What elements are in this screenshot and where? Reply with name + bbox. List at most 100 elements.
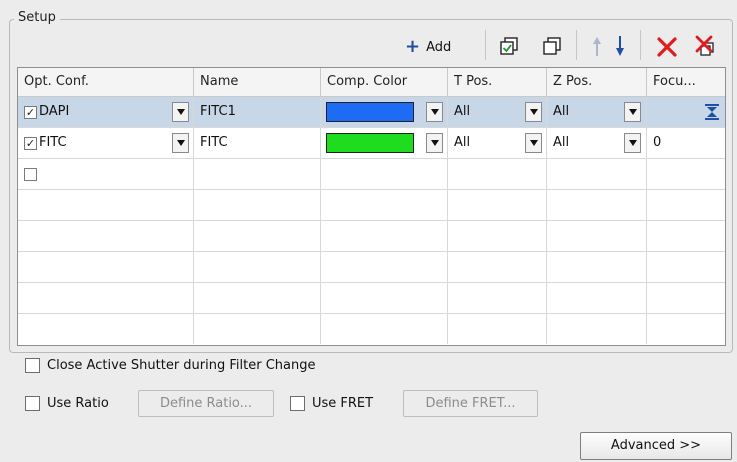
empty-cell — [194, 314, 321, 344]
focus-cell[interactable] — [647, 97, 725, 127]
optical-config-grid: Opt. Conf. Name Comp. Color T Pos. Z Pos… — [17, 67, 726, 346]
use-ratio-checkbox[interactable] — [25, 396, 40, 411]
color-swatch[interactable] — [326, 102, 414, 122]
empty-cell — [547, 190, 647, 220]
setup-group-title: Setup — [14, 10, 60, 25]
col-header-opt-conf[interactable]: Opt. Conf. — [18, 68, 194, 96]
empty-cell — [18, 283, 194, 313]
opt-conf-cell[interactable]: ✓ DAPI — [18, 97, 194, 127]
empty-cell — [448, 190, 547, 220]
empty-cell — [448, 314, 547, 344]
z-pos-dropdown[interactable] — [624, 102, 641, 122]
t-pos-cell[interactable] — [448, 159, 547, 189]
use-ratio-option[interactable]: Use Ratio — [25, 396, 109, 411]
z-pos-value: All — [553, 104, 570, 119]
empty-cell — [547, 314, 647, 344]
col-header-z-pos[interactable]: Z Pos. — [547, 68, 647, 96]
empty-row — [18, 190, 725, 221]
empty-cell — [18, 221, 194, 251]
color-swatch[interactable] — [326, 133, 414, 153]
name-cell[interactable] — [194, 159, 321, 189]
name-cell[interactable]: FITC1 — [194, 97, 321, 127]
empty-cell — [321, 252, 448, 282]
empty-cell — [194, 252, 321, 282]
table-row[interactable]: ✓ DAPI FITC1 All All — [18, 97, 725, 128]
empty-row — [18, 252, 725, 283]
table-row[interactable]: ✓ FITC FITC All All 0 — [18, 128, 725, 159]
delete-all-icon[interactable] — [693, 34, 719, 60]
focus-range-icon[interactable] — [705, 104, 719, 120]
color-cell[interactable] — [321, 97, 448, 127]
empty-row — [18, 314, 725, 345]
close-shutter-label: Close Active Shutter during Filter Chang… — [47, 358, 316, 373]
empty-cell — [194, 283, 321, 313]
opt-conf-cell[interactable] — [18, 159, 194, 189]
z-pos-cell[interactable]: All — [547, 97, 647, 127]
empty-cell — [321, 314, 448, 344]
z-pos-cell[interactable]: All — [547, 128, 647, 158]
use-fret-checkbox[interactable] — [290, 396, 305, 411]
focus-value: 0 — [653, 135, 662, 150]
grid-header: Opt. Conf. Name Comp. Color T Pos. Z Pos… — [18, 68, 725, 97]
setup-toolbar: + Add — [0, 30, 737, 64]
z-pos-value: All — [553, 135, 570, 150]
t-pos-dropdown[interactable] — [525, 102, 542, 122]
color-dropdown[interactable] — [426, 102, 443, 122]
t-pos-cell[interactable]: All — [448, 128, 547, 158]
col-header-t-pos[interactable]: T Pos. — [448, 68, 547, 96]
add-label: Add — [426, 39, 452, 55]
copy-icon[interactable] — [497, 34, 521, 58]
advanced-button[interactable]: Advanced >> — [580, 432, 732, 460]
use-fret-label: Use FRET — [312, 396, 374, 411]
name-value: FITC — [200, 135, 228, 150]
empty-cell — [448, 283, 547, 313]
empty-cell — [547, 252, 647, 282]
name-cell[interactable]: FITC — [194, 128, 321, 158]
toolbar-separator — [576, 30, 577, 60]
use-ratio-label: Use Ratio — [47, 396, 109, 411]
opt-conf-dropdown[interactable] — [172, 102, 189, 122]
use-fret-option[interactable]: Use FRET — [290, 396, 373, 411]
define-fret-button[interactable]: Define FRET... — [403, 390, 538, 417]
col-header-name[interactable]: Name — [194, 68, 321, 96]
empty-cell — [448, 252, 547, 282]
empty-cell — [321, 221, 448, 251]
focus-cell[interactable] — [647, 159, 725, 189]
opt-conf-value: FITC — [39, 135, 67, 150]
empty-cell — [547, 221, 647, 251]
empty-cell — [18, 190, 194, 220]
color-cell[interactable] — [321, 159, 448, 189]
empty-row — [18, 221, 725, 252]
empty-cell — [321, 190, 448, 220]
close-shutter-checkbox[interactable] — [25, 358, 40, 373]
add-button[interactable]: + Add — [405, 34, 451, 60]
t-pos-cell[interactable]: All — [448, 97, 547, 127]
col-header-comp-color[interactable]: Comp. Color — [321, 68, 448, 96]
row-checkbox[interactable]: ✓ — [24, 106, 37, 119]
t-pos-value: All — [454, 135, 471, 150]
focus-cell[interactable]: 0 — [647, 128, 725, 158]
toolbar-separator — [640, 30, 641, 60]
row-checkbox[interactable]: ✓ — [24, 137, 37, 150]
move-down-icon[interactable] — [612, 34, 628, 58]
empty-cell — [18, 314, 194, 344]
col-header-focus[interactable]: Focu... — [647, 68, 725, 96]
color-dropdown[interactable] — [426, 133, 443, 153]
empty-cell — [321, 283, 448, 313]
toolbar-separator — [485, 30, 486, 60]
row-checkbox[interactable] — [24, 168, 37, 181]
color-cell[interactable] — [321, 128, 448, 158]
t-pos-value: All — [454, 104, 471, 119]
move-up-icon[interactable] — [589, 34, 605, 58]
duplicate-icon[interactable] — [540, 34, 564, 58]
opt-conf-value: DAPI — [39, 104, 70, 119]
opt-conf-dropdown[interactable] — [172, 133, 189, 153]
table-row-new[interactable] — [18, 159, 725, 190]
t-pos-dropdown[interactable] — [525, 133, 542, 153]
z-pos-cell[interactable] — [547, 159, 647, 189]
close-shutter-option[interactable]: Close Active Shutter during Filter Chang… — [25, 358, 315, 373]
delete-icon[interactable] — [654, 34, 680, 60]
define-ratio-button[interactable]: Define Ratio... — [138, 390, 274, 417]
z-pos-dropdown[interactable] — [624, 133, 641, 153]
opt-conf-cell[interactable]: ✓ FITC — [18, 128, 194, 158]
